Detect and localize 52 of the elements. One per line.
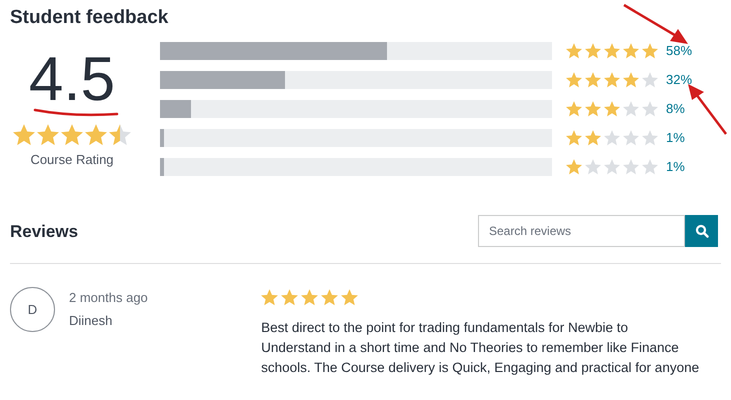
reviewer-name: Diinesh xyxy=(69,312,114,330)
empty-star-icon xyxy=(585,159,601,175)
star-icon xyxy=(566,101,582,117)
section-title: Reviews xyxy=(10,221,78,243)
rating-value: 4.5 xyxy=(28,52,116,108)
star-icon xyxy=(566,72,582,88)
star-icon xyxy=(585,43,601,59)
rating-percent: 1% xyxy=(666,129,685,148)
star-icon xyxy=(604,43,620,59)
star-icon xyxy=(13,124,35,146)
rating-label: Course Rating xyxy=(30,151,114,169)
star-icon xyxy=(604,72,620,88)
empty-star-icon xyxy=(623,130,639,146)
star-icon xyxy=(85,124,107,146)
rating-percent: 58% xyxy=(666,42,692,60)
search-field[interactable]: Search reviews xyxy=(478,215,685,247)
rating-percent: 32% xyxy=(666,71,692,90)
empty-star-icon xyxy=(642,72,658,88)
star-icon xyxy=(623,43,639,59)
star-icon xyxy=(61,124,83,146)
star-icon xyxy=(604,101,620,117)
star-icon xyxy=(566,43,582,59)
empty-star-icon xyxy=(604,130,620,146)
rating-percent: 1% xyxy=(666,158,685,176)
star-icon xyxy=(261,289,278,306)
empty-star-icon xyxy=(642,130,658,146)
avatar: D xyxy=(10,287,55,332)
section-title: Student feedback xyxy=(10,6,168,30)
rating-percent: 8% xyxy=(666,100,685,118)
empty-star-icon xyxy=(642,159,658,175)
star-icon xyxy=(566,130,582,146)
search-button[interactable] xyxy=(685,215,718,247)
arrow-annotation xyxy=(622,3,690,47)
star-icon xyxy=(37,124,59,146)
star-icon xyxy=(341,289,358,306)
empty-star-icon xyxy=(623,159,639,175)
search-icon xyxy=(694,224,708,238)
star-icon xyxy=(642,43,658,59)
star-icon xyxy=(281,289,298,306)
star-icon xyxy=(566,159,582,175)
review-time: 2 months ago xyxy=(69,289,149,307)
half-star-icon xyxy=(109,124,131,146)
star-icon xyxy=(301,289,318,306)
review-text: Best direct to the point for trading fundamentals for Newbie to Understand in a short time and No Theories to remember like Finance schools. The Course delivery is Quick, Engaging and practical for anyone xyxy=(261,319,700,377)
star-icon xyxy=(585,130,601,146)
empty-star-icon xyxy=(642,101,658,117)
empty-star-icon xyxy=(604,159,620,175)
empty-star-icon xyxy=(623,101,639,117)
star-icon xyxy=(585,72,601,88)
star-icon xyxy=(623,72,639,88)
star-icon xyxy=(585,101,601,117)
star-icon xyxy=(321,289,338,306)
